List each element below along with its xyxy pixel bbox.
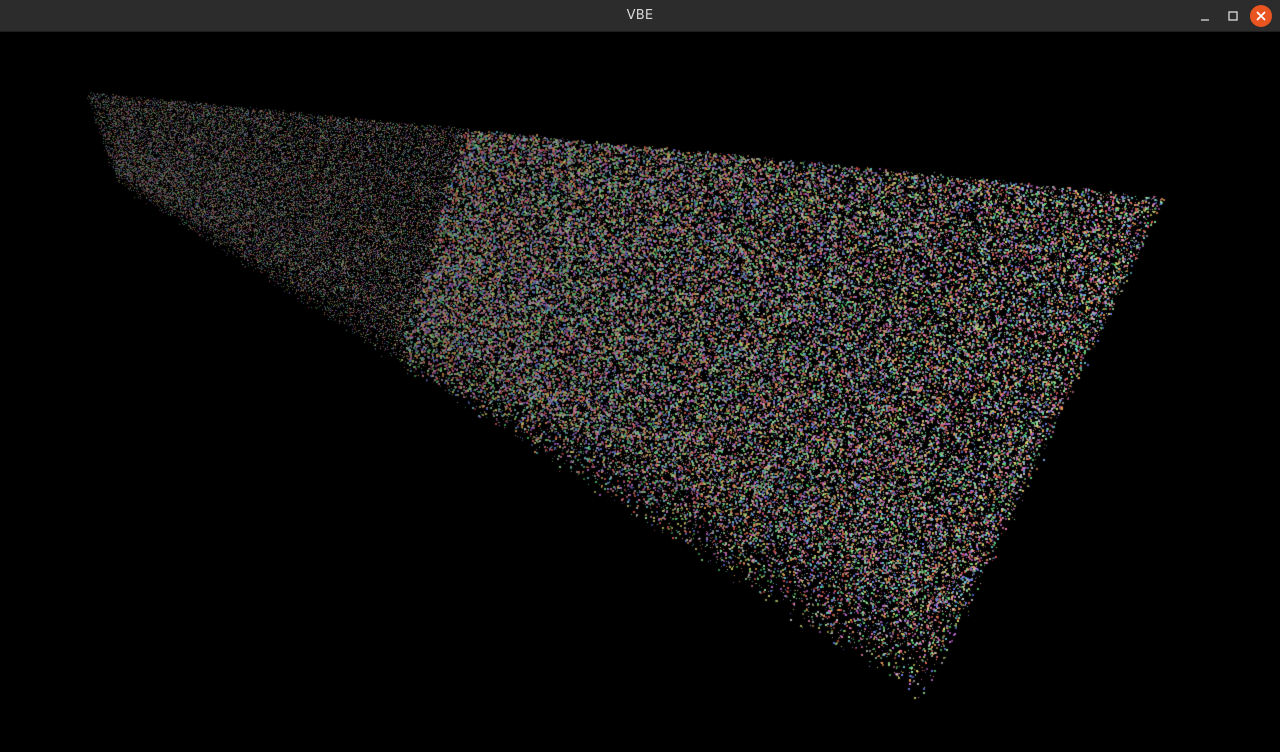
- maximize-icon: [1228, 11, 1238, 21]
- title-bar[interactable]: VBE: [0, 0, 1280, 32]
- render-viewport[interactable]: [0, 32, 1280, 752]
- close-button[interactable]: [1250, 5, 1272, 27]
- window-title: VBE: [626, 8, 654, 23]
- window-controls: [1188, 5, 1272, 27]
- minimize-icon: [1201, 19, 1209, 21]
- point-cloud-canvas[interactable]: [0, 32, 1280, 752]
- minimize-button[interactable]: [1194, 5, 1216, 27]
- maximize-button[interactable]: [1222, 5, 1244, 27]
- application-window: VBE: [0, 0, 1280, 752]
- close-icon: [1256, 11, 1266, 21]
